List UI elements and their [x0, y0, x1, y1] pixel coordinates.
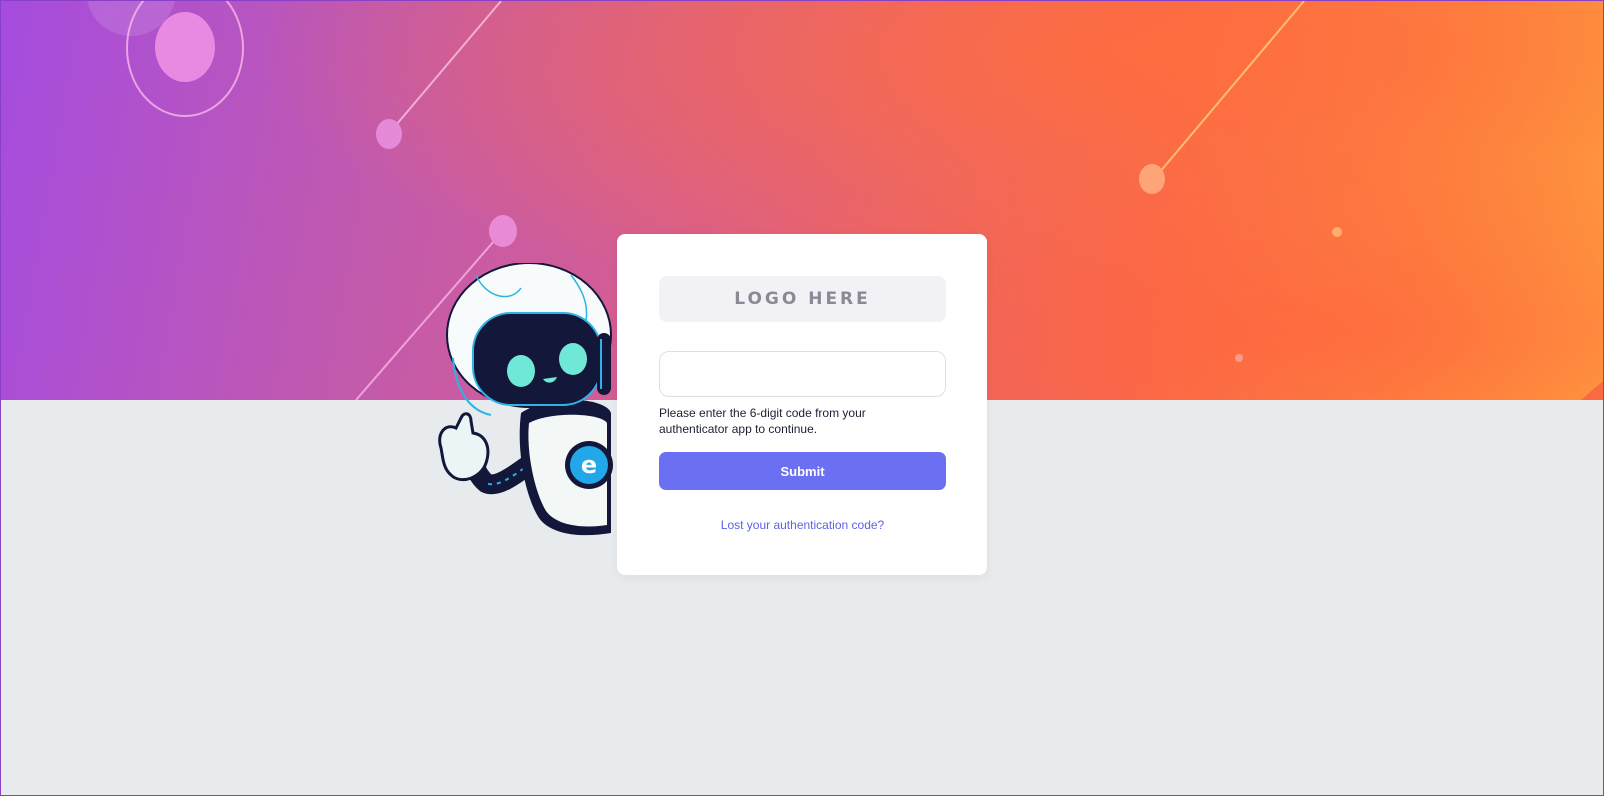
authentication-code-input[interactable] [659, 351, 946, 397]
lost-authentication-code-link[interactable]: Lost your authentication code? [659, 518, 946, 532]
page-frame: e LOGO HERE Please enter the 6-digit cod… [0, 0, 1604, 796]
code-instructions: Please enter the 6-digit code from your … [659, 406, 866, 436]
logo-placeholder: LOGO HERE [659, 276, 946, 322]
two-factor-card: LOGO HERE Please enter the 6-digit code … [617, 234, 987, 575]
submit-button[interactable]: Submit [659, 452, 946, 490]
robot-emblem-letter: e [581, 451, 597, 479]
robot-mascot-illustration: e [438, 263, 613, 536]
